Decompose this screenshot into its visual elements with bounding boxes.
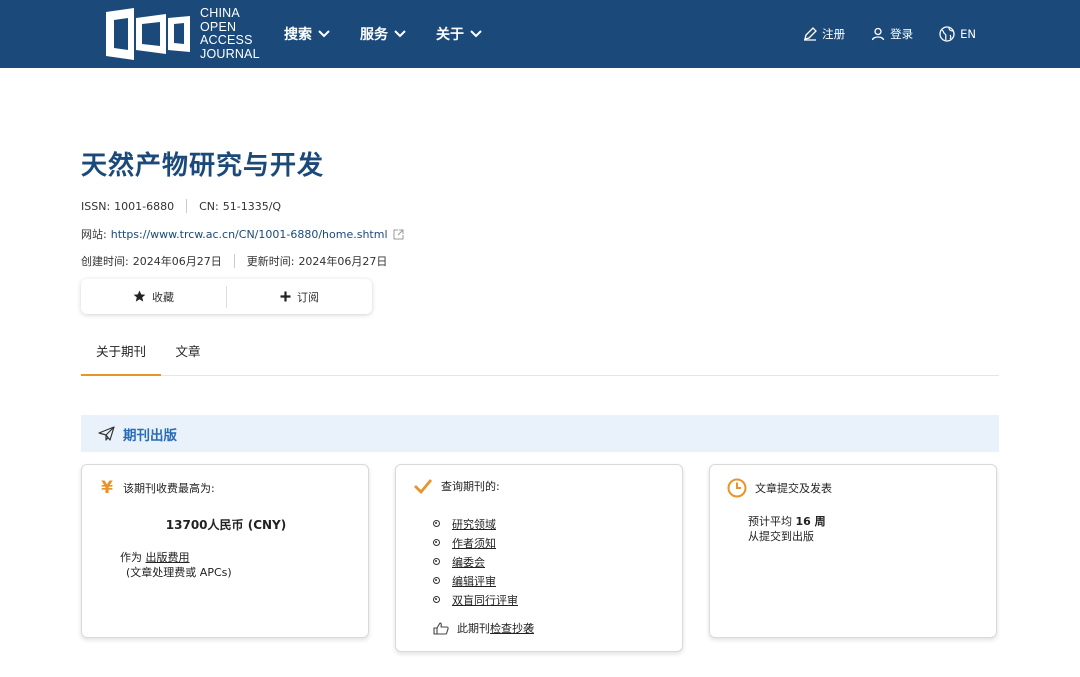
cn-label: CN: (199, 199, 219, 213)
check-list: 研究领域 作者须知 编委会 编辑评审 双盲同行评审 (433, 514, 518, 609)
journal-actions: 收藏 订阅 (81, 279, 372, 314)
paper-plane-icon (98, 426, 115, 441)
chevron-down-icon (318, 30, 330, 38)
plus-icon (280, 291, 291, 302)
check-heading-label: 查询期刊的: (441, 480, 500, 493)
issn-label: ISSN: (81, 199, 111, 213)
publication-time-text: 预计平均 16 周 从提交到出版 (748, 514, 826, 544)
nav-about[interactable]: 关于 (436, 24, 482, 44)
tab-about-journal[interactable]: 关于期刊 (81, 330, 161, 376)
checkmark-icon (414, 479, 433, 494)
account-links: 注册 登录 EN (777, 0, 976, 68)
publication-time-card: 文章提交及发表 预计平均 16 周 从提交到出版 (709, 464, 997, 638)
bullet-icon (433, 539, 440, 546)
register-label: 注册 (822, 27, 846, 41)
list-item: 编委会 (433, 552, 518, 571)
double-blind-review-link[interactable]: 双盲同行评审 (452, 592, 518, 608)
logo-text: CHINA OPEN ACCESS JOURNAL (200, 6, 260, 61)
register-link[interactable]: 注册 (803, 26, 845, 42)
updated-value: 2024年06月27日 (298, 255, 388, 268)
editorial-review-link[interactable]: 编辑评审 (452, 573, 496, 589)
favorite-label: 收藏 (152, 290, 174, 304)
created-label: 创建时间: (81, 255, 129, 268)
fee-note-prefix: 作为 (120, 551, 142, 564)
clock-icon (727, 478, 747, 498)
login-label: 登录 (890, 27, 914, 41)
fee-heading-label: 该期刊收费最高为: (123, 482, 215, 495)
globe-icon (939, 26, 955, 42)
author-guidelines-link[interactable]: 作者须知 (452, 535, 496, 551)
user-icon (871, 27, 885, 41)
journal-title: 天然产物研究与开发 (81, 151, 325, 181)
journal-tabs: 关于期刊 文章 (81, 330, 999, 376)
logo-line: CHINA (200, 6, 240, 20)
logo-line: OPEN (200, 19, 237, 34)
bullet-icon (433, 520, 440, 527)
main-nav: 搜索 服务 关于 (284, 0, 512, 68)
list-item: 双盲同行评审 (433, 590, 518, 609)
external-link-icon[interactable] (393, 229, 404, 240)
bullet-icon (433, 558, 440, 565)
logo-line: ACCESS (200, 33, 253, 47)
time-weeks: 16 周 (795, 515, 826, 528)
logo-line: JOURNAL (200, 46, 260, 61)
nav-services[interactable]: 服务 (360, 24, 406, 44)
site-logo[interactable]: CHINA OPEN ACCESS JOURNAL (104, 6, 260, 62)
list-item: 研究领域 (433, 514, 518, 533)
journal-website-row: 网站: https://www.trcw.ac.cn/CN/1001-6880/… (81, 226, 404, 242)
list-item: 作者须知 (433, 533, 518, 552)
time-suffix: 从提交到出版 (748, 530, 814, 543)
journal-check-card: 查询期刊的: 研究领域 作者须知 编委会 编辑评审 双盲同行评审 此期刊 检查抄袭 (395, 464, 683, 652)
bullet-icon (433, 577, 440, 584)
nav-services-label: 服务 (360, 27, 388, 43)
check-card-heading: 查询期刊的: (413, 478, 500, 494)
plagiarism-prefix: 此期刊 (457, 622, 490, 635)
list-item: 编辑评审 (433, 571, 518, 590)
publication-fee-link[interactable]: 出版费用 (146, 551, 190, 564)
language-label: EN (960, 27, 976, 41)
section-header: 期刊出版 (81, 415, 999, 452)
login-link[interactable]: 登录 (871, 26, 913, 42)
chevron-down-icon (394, 30, 406, 38)
bullet-icon (433, 596, 440, 603)
cn-value: 51-1335/Q (222, 199, 282, 213)
nav-search-label: 搜索 (284, 27, 312, 43)
time-card-heading: 文章提交及发表 (727, 478, 832, 498)
time-heading-label: 文章提交及发表 (755, 482, 832, 495)
subscribe-label: 订阅 (297, 290, 319, 304)
editorial-board-link[interactable]: 编委会 (452, 554, 485, 570)
top-header: CHINA OPEN ACCESS JOURNAL 搜索 服务 关于 注册 登录 (0, 0, 1080, 68)
section-title: 期刊出版 (123, 427, 177, 444)
fee-note-sub: (文章处理费或 APCs) (126, 566, 232, 579)
journal-identifiers: ISSN: 1001-6880 CN: 51-1335/Q (81, 199, 281, 213)
updated-label: 更新时间: (246, 255, 295, 268)
time-prefix: 预计平均 (748, 515, 792, 528)
created-value: 2024年06月27日 (132, 255, 222, 268)
star-icon (133, 290, 146, 302)
divider (186, 199, 188, 213)
website-label: 网站: (81, 228, 107, 241)
research-areas-link[interactable]: 研究领域 (452, 516, 496, 532)
thumbs-up-icon (433, 621, 449, 635)
language-switch[interactable]: EN (939, 26, 976, 42)
journal-dates: 创建时间: 2024年06月27日 更新时间: 2024年06月27日 (81, 253, 387, 269)
nav-about-label: 关于 (436, 27, 464, 43)
edit-pen-icon (804, 27, 818, 41)
website-link[interactable]: https://www.trcw.ac.cn/CN/1001-6880/home… (111, 228, 388, 241)
chevron-down-icon (470, 30, 482, 38)
plagiarism-check-row: 此期刊 检查抄袭 (433, 620, 534, 636)
issn-value: 1001-6880 (114, 199, 175, 213)
fee-note: 作为 出版费用 (文章处理费或 APCs) (120, 550, 232, 580)
plagiarism-check-link[interactable]: 检查抄袭 (490, 620, 534, 636)
logo-icon (106, 8, 190, 60)
subscribe-button[interactable]: 订阅 (227, 289, 372, 305)
fee-card: ¥ 该期刊收费最高为: 13700人民币 (CNY) 作为 出版费用 (文章处理… (81, 464, 369, 638)
divider (233, 254, 235, 268)
tab-articles[interactable]: 文章 (165, 330, 211, 376)
yen-icon: ¥ (101, 478, 113, 498)
fee-card-heading: ¥ 该期刊收费最高为: (99, 478, 215, 498)
nav-search[interactable]: 搜索 (284, 24, 330, 44)
favorite-button[interactable]: 收藏 (81, 289, 226, 305)
fee-amount: 13700人民币 (CNY) (165, 518, 287, 532)
